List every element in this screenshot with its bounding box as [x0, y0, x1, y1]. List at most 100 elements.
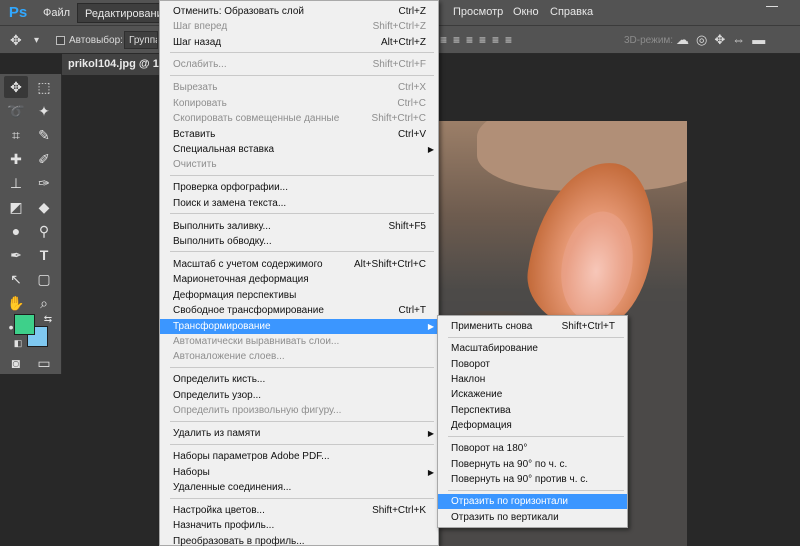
pen-tool-icon[interactable]: ✒ — [4, 244, 28, 266]
menu-item[interactable]: Выполнить обводку... — [160, 234, 438, 249]
type-tool-icon[interactable]: T — [32, 244, 56, 266]
eraser-tool-icon[interactable]: ◩ — [4, 196, 28, 218]
healing-brush-icon[interactable]: ✚ — [4, 148, 28, 170]
menu-item[interactable]: Марионеточная деформация — [160, 272, 438, 287]
submenu-item[interactable]: Повернуть на 90° против ч. с. — [438, 472, 627, 487]
menu-item-label: Преобразовать в профиль... — [173, 536, 305, 546]
menu-item[interactable]: Поиск и замена текста... — [160, 196, 438, 211]
menu-item-shortcut: Alt+Ctrl+Z — [380, 37, 426, 48]
shape-tool-icon[interactable]: ▢ — [32, 268, 56, 290]
align-icons[interactable]: ≡≡≡≡≡≡ — [440, 31, 518, 49]
menu-item-label: Выполнить обводку... — [173, 236, 272, 247]
menu-item[interactable]: Отменить: Образовать слой Ctrl+Z — [160, 4, 438, 19]
menu-item[interactable]: Преобразовать в профиль... — [160, 534, 438, 546]
history-brush-icon[interactable]: ✑ — [32, 172, 56, 194]
move-tool-icon[interactable]: ✥ — [10, 31, 22, 49]
submenu-item[interactable]: Применить снова Shift+Ctrl+T — [438, 319, 627, 334]
menu-item[interactable]: Масштаб с учетом содержимого Alt+Shift+Ct… — [160, 257, 438, 272]
menu-item-transform[interactable]: Трансформирование ▶ — [160, 319, 438, 334]
menu-item: Очистить — [160, 157, 438, 172]
submenu-item[interactable]: Поворот на 180° — [438, 441, 627, 456]
menu-item-label: Удаленные соединения... — [173, 482, 292, 493]
menu-item[interactable]: Назначить профиль... — [160, 518, 438, 533]
marquee-tool-icon[interactable]: ⬚ — [32, 76, 56, 98]
menu-item[interactable]: Выполнить заливку... Shift+F5 — [160, 219, 438, 234]
menu-item-shortcut: Shift+Ctrl+F — [372, 59, 426, 70]
3d-mode-icons[interactable]: ☁◎✥⇔▬ — [676, 31, 772, 49]
menu-item[interactable]: Специальная вставка ▶ — [160, 142, 438, 157]
menu-item[interactable]: Удаленные соединения... — [160, 480, 438, 495]
dodge-tool-icon[interactable]: ⚲ — [32, 220, 56, 242]
menu-item[interactable]: Наборы параметров Adobe PDF... — [160, 449, 438, 464]
menu-item[interactable]: Настройка цветов... Shift+Ctrl+K — [160, 503, 438, 518]
menu-file[interactable]: Файл — [36, 3, 77, 23]
menu-item: Скопировать совмещенные данные Shift+Ctrl… — [160, 111, 438, 126]
menu-item[interactable]: Деформация перспективы — [160, 288, 438, 303]
move-tool-icon[interactable]: ✥ — [4, 76, 28, 98]
autoselect-dropdown[interactable]: Группа — [124, 31, 158, 49]
submenu-item-label: Деформация — [451, 420, 512, 431]
menu-item[interactable]: Удалить из памяти ▶ — [160, 426, 438, 441]
menu-item[interactable]: Определить кисть... — [160, 372, 438, 387]
submenu-item[interactable]: Перспектива — [438, 403, 627, 418]
eyedropper-icon[interactable]: ✎ — [32, 124, 56, 146]
submenu-item[interactable]: Поворот — [438, 357, 627, 372]
menu-view[interactable]: Просмотр — [446, 2, 510, 22]
menu-item: Вырезать Ctrl+X — [160, 80, 438, 95]
menu-item[interactable]: Шаг назад Alt+Ctrl+Z — [160, 35, 438, 50]
checkbox-icon — [56, 35, 65, 45]
document-tab[interactable]: prikol104.jpg @ 100% — [62, 54, 162, 75]
menu-item[interactable]: Определить узор... — [160, 388, 438, 403]
submenu-item-label: Применить снова — [451, 321, 533, 332]
clone-stamp-icon[interactable]: ⊥ — [4, 172, 28, 194]
menu-item[interactable]: Вставить Ctrl+V — [160, 127, 438, 142]
autoselect-checkbox[interactable]: Автовыбор: — [56, 31, 123, 49]
submenu-arrow-icon: ▶ — [427, 145, 434, 154]
magic-wand-icon[interactable]: ✦ — [32, 100, 56, 122]
blur-tool-icon[interactable]: ● — [4, 220, 28, 242]
crop-tool-icon[interactable]: ⌗ — [4, 124, 28, 146]
swap-colors-icon[interactable]: ⇆ — [36, 308, 60, 330]
menu-item: Копировать Ctrl+C — [160, 96, 438, 111]
submenu-item[interactable]: Искажение — [438, 387, 627, 402]
menu-item-label: Масштаб с учетом содержимого — [173, 259, 323, 270]
photoshop-window: Ps Файл Редактирование Просмотр Окно Спр… — [0, 0, 800, 546]
default-colors-icon[interactable]: ◧ — [6, 332, 30, 354]
screen-mode-icon[interactable]: ▭ — [32, 352, 56, 374]
submenu-item[interactable]: Деформация — [438, 418, 627, 433]
menu-item-label: Выполнить заливку... — [173, 221, 271, 232]
path-selection-icon[interactable]: ↖ — [4, 268, 28, 290]
menu-item[interactable]: Наборы ▶ — [160, 465, 438, 480]
menu-item-label: Определить кисть... — [173, 374, 266, 385]
submenu-item-label: Искажение — [451, 389, 503, 400]
paint-bucket-icon[interactable]: ◆ — [32, 196, 56, 218]
menu-item[interactable]: Проверка орфографии... — [160, 180, 438, 195]
menu-item-label: Специальная вставка — [173, 144, 275, 155]
menu-item[interactable]: Свободное трансформирование Ctrl+T — [160, 303, 438, 318]
submenu-item[interactable]: Масштабирование — [438, 341, 627, 356]
menu-item-label: Трансформирование — [173, 321, 271, 332]
submenu-item-flip-horizontal[interactable]: Отразить по горизонтали — [438, 494, 627, 509]
lasso-tool-icon[interactable]: ➰ — [4, 100, 28, 122]
menu-item: Автоматически выравнивать слои... — [160, 334, 438, 349]
submenu-arrow-icon: ▶ — [427, 468, 434, 477]
menu-item-label: Свободное трансформирование — [173, 305, 324, 316]
menu-help[interactable]: Справка — [543, 2, 600, 22]
menu-item-label: Удалить из памяти — [173, 428, 261, 439]
quick-mask-icon[interactable]: ◙ — [4, 352, 28, 374]
submenu-item-label: Отразить по горизонтали — [451, 496, 569, 507]
hand-tool-icon[interactable]: ✋ — [4, 292, 28, 314]
menu-item-label: Проверка орфографии... — [173, 182, 288, 193]
submenu-item-flip-vertical[interactable]: Отразить по вертикали — [438, 510, 627, 525]
menu-item: Шаг вперед Shift+Ctrl+Z — [160, 19, 438, 34]
menu-separator — [170, 251, 434, 252]
menu-separator — [170, 52, 434, 53]
menu-item-label: Марионеточная деформация — [173, 274, 309, 285]
chevron-down-icon[interactable]: ▾ — [34, 31, 39, 49]
minimize-icon[interactable] — [766, 6, 778, 7]
submenu-item[interactable]: Наклон — [438, 372, 627, 387]
submenu-item[interactable]: Повернуть на 90° по ч. с. — [438, 457, 627, 472]
brush-tool-icon[interactable]: ✐ — [32, 148, 56, 170]
menu-window[interactable]: Окно — [506, 2, 546, 22]
menu-item-label: Копировать — [173, 98, 227, 109]
